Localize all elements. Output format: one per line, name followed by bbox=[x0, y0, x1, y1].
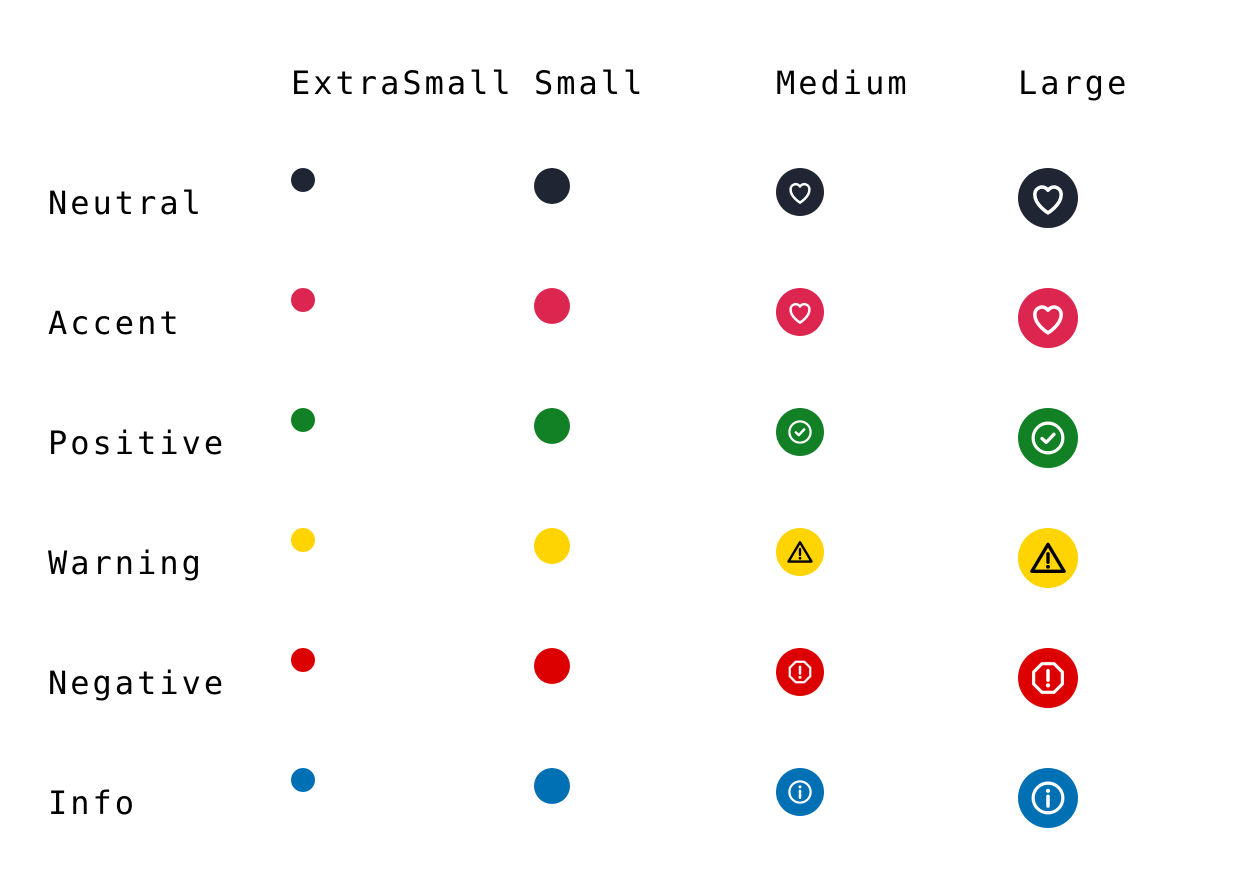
positive-small-dot bbox=[534, 408, 570, 444]
row-label-accent: Accent bbox=[48, 304, 182, 342]
negative-small-dot bbox=[534, 648, 570, 684]
row-label-neutral: Neutral bbox=[48, 184, 204, 222]
row-label-negative: Negative bbox=[48, 664, 227, 702]
negative-medium-badge bbox=[776, 648, 824, 696]
heart-icon bbox=[789, 182, 811, 204]
row-label-warning: Warning bbox=[48, 544, 204, 582]
check-circle-icon bbox=[1031, 421, 1065, 455]
positive-large-badge bbox=[1018, 408, 1078, 468]
info-circle-icon bbox=[1031, 781, 1065, 815]
neutral-small-dot bbox=[534, 168, 570, 204]
warning-small-dot bbox=[534, 528, 570, 564]
accent-medium-badge bbox=[776, 288, 824, 336]
warning-triangle-icon bbox=[787, 541, 813, 563]
column-header-extrasmall: ExtraSmall bbox=[291, 64, 514, 102]
heart-icon bbox=[1033, 185, 1063, 215]
warning-medium-badge bbox=[776, 528, 824, 576]
alert-octagon-icon bbox=[788, 660, 812, 684]
info-medium-badge bbox=[776, 768, 824, 816]
neutral-medium-badge bbox=[776, 168, 824, 216]
heart-icon bbox=[1033, 305, 1063, 335]
row-label-info: Info bbox=[48, 784, 138, 822]
warning-extrasmall-dot bbox=[291, 528, 315, 552]
negative-large-badge bbox=[1018, 648, 1078, 708]
column-header-medium: Medium bbox=[776, 64, 910, 102]
column-header-large: Large bbox=[1018, 64, 1130, 102]
warning-triangle-icon bbox=[1030, 542, 1066, 573]
positive-medium-badge bbox=[776, 408, 824, 456]
accent-large-badge bbox=[1018, 288, 1078, 348]
info-extrasmall-dot bbox=[291, 768, 315, 792]
negative-extrasmall-dot bbox=[291, 648, 315, 672]
check-circle-icon bbox=[788, 420, 812, 444]
neutral-large-badge bbox=[1018, 168, 1078, 228]
info-circle-icon bbox=[788, 780, 812, 804]
info-small-dot bbox=[534, 768, 570, 804]
alert-octagon-icon bbox=[1032, 662, 1064, 694]
accent-small-dot bbox=[534, 288, 570, 324]
neutral-extrasmall-dot bbox=[291, 168, 315, 192]
warning-large-badge bbox=[1018, 528, 1078, 588]
heart-icon bbox=[789, 302, 811, 324]
row-label-positive: Positive bbox=[48, 424, 227, 462]
info-large-badge bbox=[1018, 768, 1078, 828]
positive-extrasmall-dot bbox=[291, 408, 315, 432]
accent-extrasmall-dot bbox=[291, 288, 315, 312]
column-header-small: Small bbox=[534, 64, 646, 102]
